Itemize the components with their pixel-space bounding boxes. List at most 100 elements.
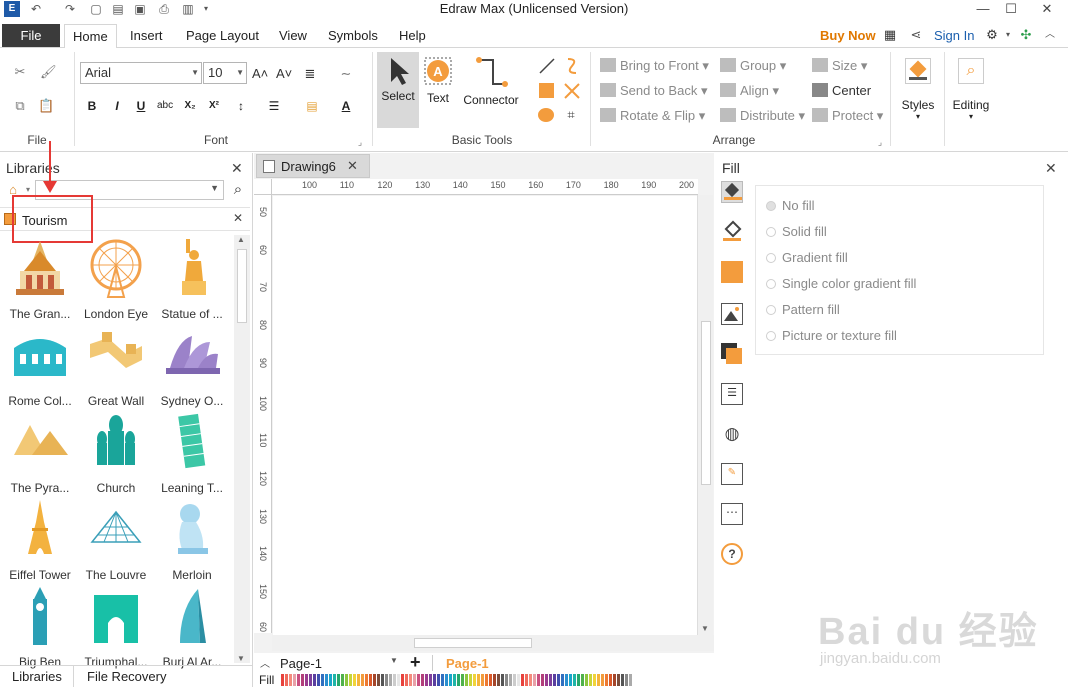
tab-libraries[interactable]: Libraries [12,669,62,684]
color-swatch[interactable] [425,674,428,686]
color-swatch[interactable] [593,674,596,686]
shape-merlion[interactable]: Merloin [154,498,230,584]
shape-grand-palace[interactable]: The Gran... [2,237,78,323]
color-swatch[interactable] [345,674,348,686]
color-swatch[interactable] [489,674,492,686]
color-swatch[interactable] [529,674,532,686]
color-swatch[interactable] [321,674,324,686]
color-swatch[interactable] [513,674,516,686]
library-scroll-thumb[interactable] [237,249,247,323]
attachment-icon[interactable]: ✎ [721,463,743,485]
color-swatch[interactable] [493,674,496,686]
distribute-button[interactable]: Distribute ▾ [720,108,805,124]
color-swatch[interactable] [501,674,504,686]
grow-font-icon[interactable]: A˄ [252,66,268,82]
connector-tool-button[interactable]: Connector [458,52,524,107]
paste-icon[interactable]: 📋 [38,98,54,114]
protect-button[interactable]: Protect ▾ [812,108,883,124]
search-icon[interactable]: ⌕ [230,182,246,198]
color-swatch[interactable] [569,674,572,686]
size-button[interactable]: Size ▾ [812,58,867,74]
center-button[interactable]: Center [812,83,871,98]
color-palette-bar[interactable] [254,673,714,687]
select-tool-button[interactable]: Select [377,52,419,128]
color-swatch[interactable] [585,674,588,686]
bring-to-front-button[interactable]: Bring to Front ▾ [600,58,709,74]
color-swatch[interactable] [369,674,372,686]
color-swatch[interactable] [541,674,544,686]
drawing-canvas[interactable] [273,196,697,636]
color-swatch[interactable] [613,674,616,686]
superscript-button[interactable]: X² [206,98,222,114]
shape-statue-of-liberty[interactable]: Statue of ... [154,237,230,323]
page-tab-active[interactable]: Page-1 [446,656,489,671]
color-swatch[interactable] [297,674,300,686]
fill-paint-icon[interactable] [721,181,743,203]
color-swatch[interactable] [353,674,356,686]
color-swatch[interactable] [549,674,552,686]
color-swatch[interactable] [429,674,432,686]
fill-option-gradient[interactable]: Gradient fill [766,250,848,265]
color-swatch[interactable] [485,674,488,686]
fill-option-solid[interactable]: Solid fill [766,224,827,239]
color-swatch[interactable] [565,674,568,686]
color-swatch[interactable] [621,674,624,686]
maximize-button[interactable]: ☐ [996,0,1026,20]
scroll-up-icon[interactable]: ▲ [237,235,245,244]
text-highlight-icon[interactable]: ▤ [304,98,320,114]
color-swatch[interactable] [609,674,612,686]
crop-icon[interactable]: ⌗ [563,107,579,123]
page-scroll-up-icon[interactable]: ︿ [260,655,270,670]
color-swatch[interactable] [397,674,400,686]
page-select[interactable]: Page-1 [280,656,322,671]
shape-burj-al-arab[interactable]: Burj Al Ar... [154,585,230,671]
group-button[interactable]: Group ▾ [720,58,786,74]
color-swatch[interactable] [601,674,604,686]
color-swatch[interactable] [525,674,528,686]
color-swatch[interactable] [617,674,620,686]
layer-icon[interactable] [721,343,743,365]
strikethrough-button[interactable]: abc [157,98,173,114]
color-swatch[interactable] [385,674,388,686]
plugin-icon[interactable]: ✣ [1018,27,1034,43]
color-swatch[interactable] [577,674,580,686]
document-tab[interactable]: Drawing6 ✕ [256,154,370,178]
tab-page-layout[interactable]: Page Layout [186,28,259,43]
settings-dropdown-icon[interactable]: ▾ [1000,27,1016,43]
color-swatch[interactable] [293,674,296,686]
shape-pyramids[interactable]: The Pyra... [2,411,78,497]
help-icon[interactable]: ? [721,543,743,565]
color-swatch[interactable] [461,674,464,686]
freeform-tool-icon[interactable] [562,81,582,101]
color-swatch[interactable] [557,674,560,686]
ellipse-tool-icon[interactable] [538,108,554,122]
hyperlink-globe-icon[interactable]: ◍ [721,423,743,445]
line-spacing-icon[interactable]: ↕ [233,98,249,114]
color-swatch[interactable] [457,674,460,686]
gear-icon[interactable]: ⚙ [984,27,1000,43]
color-swatch[interactable] [509,674,512,686]
color-swatch[interactable] [341,674,344,686]
color-swatch[interactable] [309,674,312,686]
color-swatch[interactable] [285,674,288,686]
color-swatch[interactable] [449,674,452,686]
canvas-hscroll-thumb[interactable] [414,638,532,648]
color-swatch[interactable] [329,674,332,686]
color-swatches[interactable] [281,674,635,686]
bold-button[interactable]: B [84,98,100,114]
library-scrollbar[interactable]: ▲ ▼ [234,235,250,663]
styles-button[interactable]: Styles ▾ [897,52,939,121]
comment-icon[interactable]: ⋯ [721,503,743,525]
shape-london-eye[interactable]: London Eye [78,237,154,323]
text-tool-button[interactable]: A Text [422,52,454,105]
cart-icon[interactable]: ▦ [882,27,898,43]
send-to-back-button[interactable]: Send to Back ▾ [600,83,707,99]
image-icon[interactable] [721,303,743,325]
color-swatch[interactable] [521,674,524,686]
color-swatch[interactable] [537,674,540,686]
color-swatch[interactable] [605,674,608,686]
color-swatch[interactable] [389,674,392,686]
close-libraries-icon[interactable]: ✕ [231,160,243,177]
font-size-select[interactable]: 10 ▼ [203,62,247,84]
color-swatch[interactable] [393,674,396,686]
